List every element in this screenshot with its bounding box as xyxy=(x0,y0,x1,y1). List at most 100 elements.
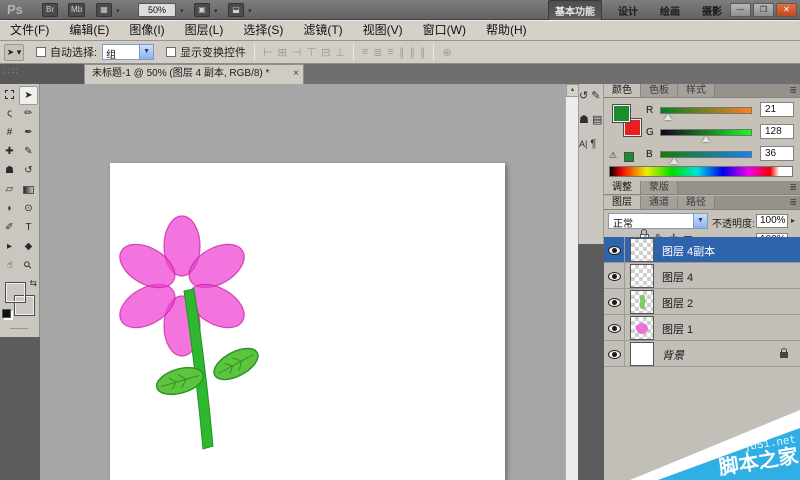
menu-item[interactable]: 视图(V) xyxy=(353,21,413,40)
panel-menu-icon[interactable]: ≣ xyxy=(789,197,797,208)
hand-tool[interactable]: ☝ xyxy=(0,257,19,276)
layer-thumbnail[interactable] xyxy=(630,342,654,366)
menu-item[interactable]: 窗口(W) xyxy=(413,21,476,40)
menu-item[interactable]: 滤镜(T) xyxy=(293,21,352,40)
menu-item[interactable]: 编辑(E) xyxy=(59,21,119,40)
crop-tool[interactable]: # xyxy=(0,124,19,143)
align-horizontal-centers-icon[interactable]: ⊞ xyxy=(278,46,287,59)
menu-item[interactable]: 文件(F) xyxy=(0,21,59,40)
path-selection-tool[interactable]: ▸ xyxy=(0,238,19,257)
layer-row[interactable]: 图层 1 xyxy=(604,315,800,341)
panel-menu-icon[interactable]: ≣ xyxy=(789,85,797,96)
layer-row[interactable]: 背景 xyxy=(604,341,800,367)
brush-presets-panel-icon[interactable]: ✎ xyxy=(591,90,600,102)
gradient-tool[interactable] xyxy=(19,181,38,200)
screen-mode-icon[interactable]: ⬓ xyxy=(228,3,244,17)
move-tool-preset-icon[interactable]: ➤ ▾ xyxy=(4,44,24,61)
canvas-vertical-scrollbar[interactable]: ▲ xyxy=(565,84,578,480)
arrange-documents-icon[interactable]: ▣ xyxy=(194,3,210,17)
layer-row[interactable]: 图层 2 xyxy=(604,289,800,315)
workspace-button[interactable]: 基本功能 xyxy=(548,0,602,21)
web-color-cube-swatch[interactable] xyxy=(624,152,634,162)
clone-source-panel-icon[interactable]: ☗ xyxy=(579,114,589,126)
red-value-field[interactable]: 21 xyxy=(760,102,794,117)
minimize-button[interactable]: — xyxy=(730,3,751,17)
align-bottom-edges-icon[interactable]: ⊥ xyxy=(335,46,345,59)
zoom-dropdown-icon[interactable]: ▾ xyxy=(180,7,184,15)
color-panel-tab[interactable]: 颜色 xyxy=(604,84,641,97)
shape-tool[interactable]: ◆ xyxy=(19,238,38,257)
blend-mode-dropdown[interactable]: 正常 ▼ xyxy=(608,213,708,229)
layer-thumbnail[interactable] xyxy=(630,238,654,262)
bridge-icon[interactable]: Br xyxy=(42,3,58,17)
pen-tool[interactable]: ✐ xyxy=(0,219,19,238)
layer-row[interactable]: 图层 4副本 xyxy=(604,237,800,263)
blue-slider-handle[interactable] xyxy=(670,158,678,164)
align-right-edges-icon[interactable]: ⊣ xyxy=(292,46,302,59)
adjustments-panel-tab[interactable]: 调整 xyxy=(604,181,641,194)
align-top-edges-icon[interactable]: ⊤ xyxy=(306,46,316,59)
view-extras-icon[interactable]: ▦ xyxy=(96,3,112,17)
spot-healing-brush-tool[interactable]: ✚ xyxy=(0,143,19,162)
visibility-toggle[interactable] xyxy=(604,315,625,341)
history-brush-tool[interactable]: ↺ xyxy=(19,162,38,181)
opacity-spinner-icon[interactable]: ▸ xyxy=(791,216,795,225)
eyedropper-tool[interactable]: ✒ xyxy=(19,124,38,143)
distribute-horizontal-centers-icon[interactable]: ∥ xyxy=(409,46,415,59)
menu-item[interactable]: 图层(L) xyxy=(175,21,234,40)
show-transform-controls-checkbox[interactable] xyxy=(166,47,176,57)
color-panel-tab[interactable]: 色板 xyxy=(641,84,678,97)
red-slider-handle[interactable] xyxy=(664,114,672,120)
canvas-area[interactable] xyxy=(40,84,565,480)
auto-align-layers-icon[interactable]: ⊕ xyxy=(442,46,451,59)
auto-select-checkbox[interactable] xyxy=(36,47,46,57)
move-tool[interactable]: ➤ xyxy=(19,86,38,105)
adjustments-panel-tab[interactable]: 蒙版 xyxy=(641,181,678,194)
gamut-warning-icon[interactable]: ⚠ xyxy=(609,150,617,161)
blur-tool[interactable]: ◗ xyxy=(0,200,19,219)
visibility-toggle[interactable] xyxy=(604,237,625,263)
distribute-bottom-edges-icon[interactable]: ≡ xyxy=(388,46,394,59)
default-colors-icon[interactable] xyxy=(2,309,11,318)
align-left-edges-icon[interactable]: ⊢ xyxy=(263,46,273,59)
menu-item[interactable]: 图像(I) xyxy=(119,21,174,40)
opacity-value-field[interactable]: 100% xyxy=(756,214,788,228)
swap-colors-icon[interactable]: ⇆ xyxy=(29,278,37,289)
red-slider[interactable] xyxy=(660,107,752,114)
visibility-toggle[interactable] xyxy=(604,341,625,367)
layer-thumbnail[interactable] xyxy=(630,290,654,314)
panel-menu-icon[interactable]: ≣ xyxy=(789,182,797,193)
clone-stamp-tool[interactable]: ☗ xyxy=(0,162,19,181)
green-slider[interactable] xyxy=(660,129,752,136)
green-value-field[interactable]: 128 xyxy=(760,124,794,139)
dropdown-arrow-icon[interactable]: ▼ xyxy=(139,45,153,59)
eraser-tool[interactable]: ▱ xyxy=(0,181,19,200)
workspace-button[interactable]: 设计 xyxy=(612,1,644,20)
screen-mode-dropdown-icon[interactable]: ▾ xyxy=(248,7,252,15)
history-panel-icon[interactable]: ↺ xyxy=(579,90,588,102)
menu-item[interactable]: 帮助(H) xyxy=(476,21,537,40)
layer-thumbnail[interactable] xyxy=(630,264,654,288)
animation-panel-icon[interactable]: ▤ xyxy=(592,114,602,126)
color-spectrum-ramp[interactable] xyxy=(609,166,793,177)
type-tool[interactable]: T xyxy=(19,219,38,238)
blue-value-field[interactable]: 36 xyxy=(760,146,794,161)
workspace-button[interactable]: 摄影 xyxy=(696,1,728,20)
menu-item[interactable]: 选择(S) xyxy=(233,21,293,40)
lasso-tool[interactable]: ς xyxy=(0,105,19,124)
distribute-left-edges-icon[interactable]: ∥ xyxy=(399,46,405,59)
visibility-toggle[interactable] xyxy=(604,263,625,289)
view-extras-dropdown-icon[interactable]: ▾ xyxy=(116,7,120,15)
close-button[interactable]: ✕ xyxy=(776,3,797,17)
align-vertical-centers-icon[interactable]: ⊟ xyxy=(321,46,330,59)
paragraph-panel-icon[interactable]: ¶ xyxy=(590,138,596,150)
color-panel-tab[interactable]: 样式 xyxy=(678,84,715,97)
foreground-color-swatch[interactable] xyxy=(612,104,631,123)
blue-slider[interactable] xyxy=(660,151,752,158)
rectangular-marquee-tool[interactable] xyxy=(0,86,19,105)
quick-selection-tool[interactable]: ✏ xyxy=(19,105,38,124)
layer-row[interactable]: 图层 4 xyxy=(604,263,800,289)
tab-close-icon[interactable]: × xyxy=(293,68,299,80)
restore-button[interactable]: ❐ xyxy=(753,3,774,17)
zoom-level-field[interactable]: 50% xyxy=(138,3,176,17)
